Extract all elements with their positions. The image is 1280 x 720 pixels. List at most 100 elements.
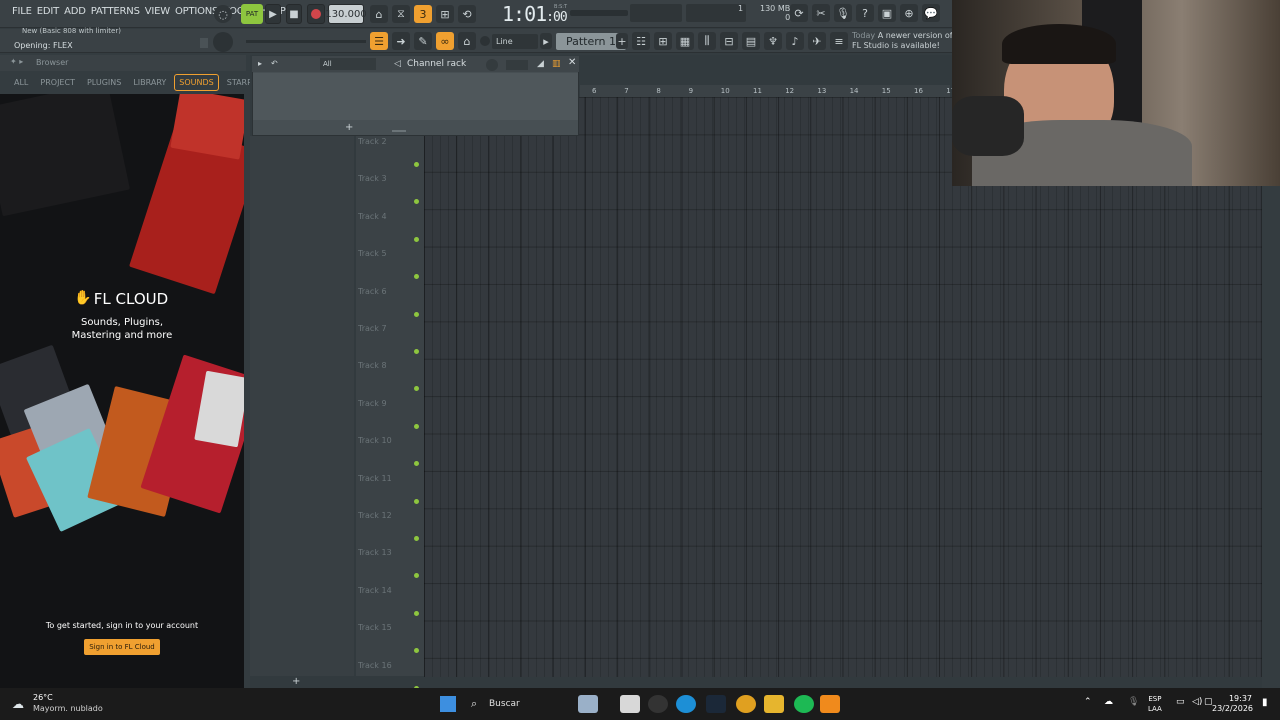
link-icon[interactable]: ∞ [436, 32, 454, 50]
file-icon[interactable] [620, 695, 640, 713]
snap-selector[interactable]: Line [492, 34, 538, 49]
resize-handle[interactable] [392, 130, 406, 132]
step-count[interactable] [506, 60, 528, 70]
taskbar-search[interactable]: Buscar [489, 699, 520, 709]
channel-filter-select[interactable]: All [320, 58, 376, 70]
steam-icon[interactable] [706, 695, 726, 713]
weather-temperature[interactable]: 26°C [33, 693, 53, 702]
browser-tab-library[interactable]: LIBRARY [129, 75, 170, 90]
arrow-tool-icon[interactable]: ➜ [392, 32, 410, 50]
track-enable-led[interactable] [414, 610, 419, 616]
piano-roll-icon[interactable]: ⊞ [654, 32, 672, 50]
master-volume-knob[interactable]: ◌ [214, 5, 232, 23]
track-enable-led[interactable] [414, 498, 419, 504]
menu-bars-icon[interactable]: ≡ [830, 32, 848, 50]
scroll-handle[interactable] [200, 38, 208, 48]
mixer-icon[interactable]: ⫼ [698, 32, 716, 50]
undo-icon[interactable]: ↶ [271, 59, 278, 68]
track-enable-led[interactable] [414, 423, 419, 429]
channel-rack-icon[interactable]: ▦ [676, 32, 694, 50]
track-label[interactable]: Track 14 [358, 586, 392, 595]
microphone-icon[interactable]: 🎙 [834, 4, 852, 22]
system-clock[interactable]: 19:37 23/2/2026 [1212, 694, 1253, 714]
news-panel[interactable]: Today A newer version of FL Studio is av… [852, 31, 953, 51]
browser-tab-plugins[interactable]: PLUGINS [83, 75, 125, 90]
snap-knob[interactable] [480, 36, 490, 46]
channel-rack-menu-icon[interactable]: ▸ [258, 59, 262, 68]
project-icon[interactable]: ▤ [742, 32, 760, 50]
search-icon[interactable]: ⌕ [471, 697, 477, 711]
stop-button[interactable]: ■ [286, 4, 302, 24]
onedrive-icon[interactable]: ☁ [1104, 697, 1113, 707]
track-enable-led[interactable] [414, 236, 419, 242]
record-button[interactable] [307, 4, 325, 24]
pattern-song-toggle[interactable]: PAT [241, 4, 263, 24]
folder-icon[interactable] [764, 695, 784, 713]
track-enable-led[interactable] [414, 311, 419, 317]
github-icon[interactable] [648, 695, 668, 713]
master-slider[interactable] [246, 40, 366, 43]
master-pitch-slider[interactable] [570, 10, 628, 16]
browser-tab-sounds[interactable]: SOUNDS [174, 73, 219, 91]
track-label[interactable]: Track 7 [358, 324, 387, 333]
pattern-prev-icon[interactable]: ▸ [540, 33, 552, 49]
graph-icon[interactable]: ◢ [537, 59, 544, 69]
pattern-add-icon[interactable]: + [616, 33, 628, 49]
browser-options-icon[interactable]: ✦ ▸ [10, 57, 23, 66]
track-label[interactable]: Track 5 [358, 249, 387, 258]
playlist-toggle-icon[interactable]: ☰ [370, 32, 388, 50]
help-icon[interactable]: ? [856, 4, 874, 22]
track-label[interactable]: Track 9 [358, 399, 387, 408]
weather-icon[interactable]: ☁ [12, 697, 24, 711]
timeline-ruler[interactable] [580, 85, 950, 97]
menu-edit[interactable]: EDIT [37, 6, 59, 17]
cut-icon[interactable]: ✂ [812, 4, 830, 22]
task-view-icon[interactable] [578, 695, 598, 713]
track-label[interactable]: Track 11 [358, 474, 392, 483]
browser-tab-project[interactable]: PROJECT [36, 75, 79, 90]
track-label[interactable]: Track 3 [358, 174, 387, 183]
track-label[interactable]: Track 12 [358, 511, 392, 520]
browser-tab-all[interactable]: ALL [10, 75, 32, 90]
menu-add[interactable]: ADD [64, 6, 86, 17]
loop-record-icon[interactable]: ⟲ [458, 5, 476, 23]
tuning-icon[interactable]: ♪ [786, 32, 804, 50]
swing-knob[interactable] [486, 59, 498, 71]
language-indicator[interactable]: ESP LAA [1148, 694, 1162, 714]
tray-chevron-icon[interactable]: ⌃ [1084, 697, 1092, 707]
edge-icon[interactable] [676, 695, 696, 713]
fl-studio-icon[interactable] [820, 695, 840, 713]
track-label[interactable]: Track 6 [358, 287, 387, 296]
chrome-icon[interactable] [736, 695, 756, 713]
mic-tray-icon[interactable]: 🎙 [1128, 697, 1139, 707]
add-channel-icon[interactable]: + [345, 122, 353, 133]
chat-icon[interactable]: 💬 [922, 4, 940, 22]
track-label[interactable]: Track 10 [358, 436, 392, 445]
track-enable-led[interactable] [414, 162, 419, 167]
plugin-icon[interactable]: ⊕ [900, 4, 918, 22]
steps-view-icon[interactable]: ▥ [552, 59, 561, 69]
brush-icon[interactable]: ✎ [414, 32, 432, 50]
track-label[interactable]: Track 13 [358, 548, 392, 557]
spotify-icon[interactable] [794, 695, 814, 713]
track-label[interactable]: Track 15 [358, 623, 392, 632]
menu-patterns[interactable]: PATTERNS [91, 6, 140, 17]
start-icon[interactable] [440, 696, 456, 712]
track-label[interactable]: Track 16 [358, 661, 392, 670]
close-icon[interactable]: ✕ [568, 57, 576, 68]
menu-file[interactable]: FILE [12, 6, 32, 17]
plugin-picker-icon[interactable]: ♆ [764, 32, 782, 50]
save-icon[interactable]: ▣ [878, 4, 896, 22]
track-enable-led[interactable] [414, 349, 419, 354]
notifications-icon[interactable]: ▮ [1262, 697, 1268, 708]
signin-button[interactable]: Sign in to FL Cloud [84, 639, 160, 655]
weather-description[interactable]: Mayorm. nublado [33, 704, 103, 713]
track-label[interactable]: Track 8 [358, 361, 387, 370]
touch-icon[interactable]: ✈ [808, 32, 826, 50]
tempo-display[interactable]: 130.000 [325, 4, 367, 24]
menu-options[interactable]: OPTIONS [175, 6, 218, 17]
playlist-icon[interactable]: ☷ [632, 32, 650, 50]
browser-icon[interactable]: ⊟ [720, 32, 738, 50]
add-track-icon[interactable]: + [292, 676, 300, 687]
countdown-icon[interactable]: 3 [414, 5, 432, 23]
